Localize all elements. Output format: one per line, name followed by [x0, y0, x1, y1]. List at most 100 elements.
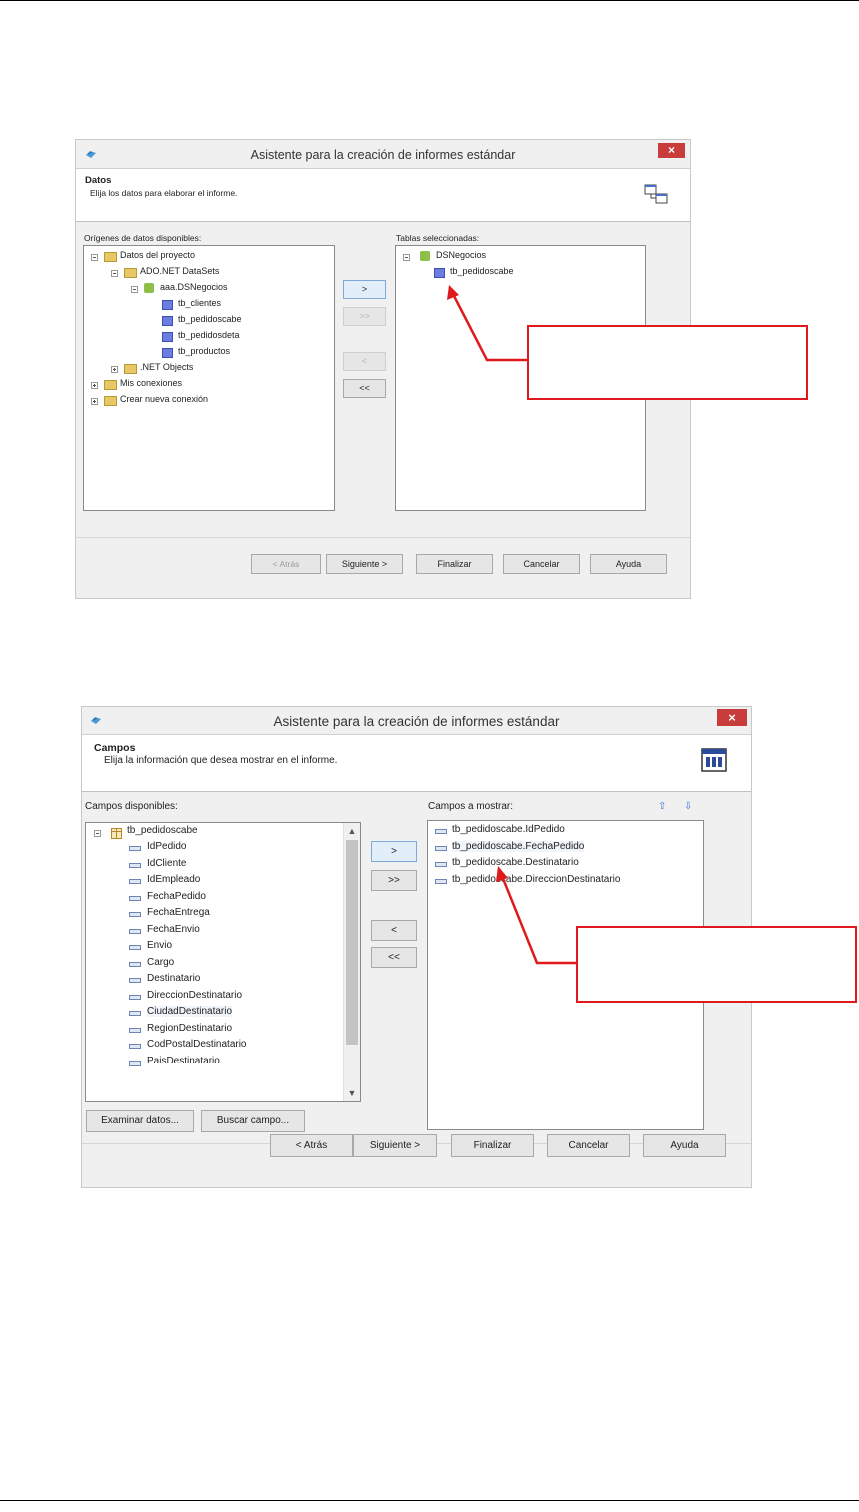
title-bar: Asistente para la creación de informes e…	[82, 707, 751, 735]
field-item[interactable]: FechaEntrega	[147, 907, 210, 918]
wizard-header: Campos Elija la información que desea mo…	[82, 734, 751, 792]
field-item[interactable]: CodPostalDestinatario	[147, 1039, 247, 1050]
field-item[interactable]: Destinatario	[147, 973, 200, 984]
available-sources-label: Orígenes de datos disponibles:	[84, 233, 202, 243]
vertical-scrollbar[interactable]: ▲ ▼	[343, 823, 360, 1101]
scroll-up-icon[interactable]: ▲	[344, 826, 360, 836]
move-down-icon[interactable]: ⇩	[684, 801, 692, 812]
field-icon	[129, 863, 141, 868]
cancel-button[interactable]: Cancelar	[547, 1134, 630, 1157]
collapse-icon[interactable]	[111, 270, 118, 277]
next-button[interactable]: Siguiente >	[326, 554, 403, 574]
help-button[interactable]: Ayuda	[590, 554, 667, 574]
step-title: Datos	[85, 175, 112, 186]
field-item[interactable]: PaisDestinatario	[147, 1056, 220, 1063]
field-item[interactable]: DireccionDestinatario	[147, 990, 242, 1001]
step-description: Elija la información que desea mostrar e…	[104, 755, 338, 766]
back-button[interactable]: < Atrás	[270, 1134, 353, 1157]
table-icon	[111, 828, 122, 839]
folder-icon	[124, 268, 137, 278]
cancel-button[interactable]: Cancelar	[503, 554, 580, 574]
folder-icon	[124, 364, 137, 374]
close-button[interactable]: ×	[658, 143, 685, 158]
dataset-icon	[144, 283, 154, 293]
window-title: Asistente para la creación de informes e…	[250, 148, 516, 162]
browse-data-button[interactable]: Examinar datos...	[86, 1110, 194, 1132]
collapse-icon[interactable]	[403, 254, 410, 261]
wizard-header: Datos Elija los datos para elaborar el i…	[76, 168, 690, 222]
expand-icon[interactable]	[91, 382, 98, 389]
remove-button[interactable]: <	[343, 352, 386, 371]
finish-button[interactable]: Finalizar	[416, 554, 493, 574]
close-button[interactable]: ×	[717, 709, 747, 726]
table-node[interactable]: tb_pedidoscabe	[127, 825, 198, 836]
add-all-button[interactable]: >>	[343, 307, 386, 326]
field-icon	[129, 1011, 141, 1016]
tree-node[interactable]: DSNegocios	[436, 250, 486, 260]
annotation-callout-box	[576, 926, 857, 1003]
remove-button[interactable]: <	[371, 920, 417, 941]
available-fields-tree[interactable]: tb_pedidoscabe IdPedido IdCliente IdEmpl…	[85, 822, 361, 1102]
tree-node[interactable]: tb_productos	[178, 346, 230, 356]
add-button[interactable]: >	[343, 280, 386, 299]
field-item[interactable]: Cargo	[147, 957, 174, 968]
scrollbar-thumb[interactable]	[346, 840, 358, 1045]
collapse-icon[interactable]	[94, 830, 101, 837]
find-field-button[interactable]: Buscar campo...	[201, 1110, 305, 1132]
tree-node[interactable]: ADO.NET DataSets	[140, 266, 219, 276]
selected-field-item[interactable]: tb_pedidoscabe.DireccionDestinatario	[452, 874, 620, 885]
selected-field-item[interactable]: tb_pedidoscabe.Destinatario	[452, 857, 579, 868]
selected-tables-label: Tablas seleccionadas:	[396, 233, 480, 243]
field-item[interactable]: RegionDestinatario	[147, 1023, 232, 1034]
help-button[interactable]: Ayuda	[643, 1134, 726, 1157]
field-item[interactable]: Envio	[147, 940, 172, 951]
add-button[interactable]: >	[371, 841, 417, 862]
tree-node[interactable]: Datos del proyecto	[120, 250, 195, 260]
field-item[interactable]: IdEmpleado	[147, 874, 200, 885]
data-tables-icon	[644, 182, 670, 208]
expand-icon[interactable]	[91, 398, 98, 405]
table-icon	[162, 300, 173, 310]
field-icon	[435, 829, 447, 834]
move-up-icon[interactable]: ⇧	[658, 801, 666, 812]
field-icon	[129, 846, 141, 851]
window-title: Asistente para la creación de informes e…	[273, 714, 560, 729]
next-button[interactable]: Siguiente >	[353, 1134, 437, 1157]
expand-icon[interactable]	[111, 366, 118, 373]
collapse-icon[interactable]	[131, 286, 138, 293]
selected-field-item[interactable]: tb_pedidoscabe.IdPedido	[452, 824, 565, 835]
remove-all-button[interactable]: <<	[371, 947, 417, 968]
title-bar: Asistente para la creación de informes e…	[76, 140, 690, 169]
field-item[interactable]: FechaEnvio	[147, 924, 200, 935]
folder-icon	[104, 252, 117, 262]
table-icon	[162, 316, 173, 326]
table-icon	[162, 348, 173, 358]
folder-icon	[104, 380, 117, 390]
tree-node[interactable]: aaa.DSNegocios	[160, 282, 228, 292]
tree-node[interactable]: tb_pedidoscabe	[450, 266, 514, 276]
tree-node[interactable]: Mis conexiones	[120, 378, 182, 388]
field-item[interactable]: IdCliente	[147, 858, 186, 869]
field-item[interactable]: FechaPedido	[147, 891, 206, 902]
tree-node[interactable]: tb_pedidoscabe	[178, 314, 242, 324]
field-icon	[435, 846, 447, 851]
field-icon	[129, 1028, 141, 1033]
back-button[interactable]: < Atrás	[251, 554, 321, 574]
collapse-icon[interactable]	[91, 254, 98, 261]
add-all-button[interactable]: >>	[371, 870, 417, 891]
field-item[interactable]: CiudadDestinatario	[147, 1006, 233, 1017]
tree-node[interactable]: tb_pedidosdeta	[178, 330, 240, 340]
selected-field-item[interactable]: tb_pedidoscabe.FechaPedido	[452, 841, 585, 852]
available-sources-tree[interactable]: Datos del proyecto ADO.NET DataSets aaa.…	[83, 245, 335, 511]
page-bottom-rule	[0, 1500, 859, 1501]
tree-node[interactable]: tb_clientes	[178, 298, 221, 308]
tree-node[interactable]: .NET Objects	[140, 362, 193, 372]
remove-all-button[interactable]: <<	[343, 379, 386, 398]
finish-button[interactable]: Finalizar	[451, 1134, 534, 1157]
tree-node[interactable]: Crear nueva conexión	[120, 394, 208, 404]
folder-icon	[104, 396, 117, 406]
field-item[interactable]: IdPedido	[147, 841, 186, 852]
field-icon	[129, 912, 141, 917]
scroll-down-icon[interactable]: ▼	[344, 1088, 360, 1098]
annotation-callout-box	[527, 325, 808, 400]
